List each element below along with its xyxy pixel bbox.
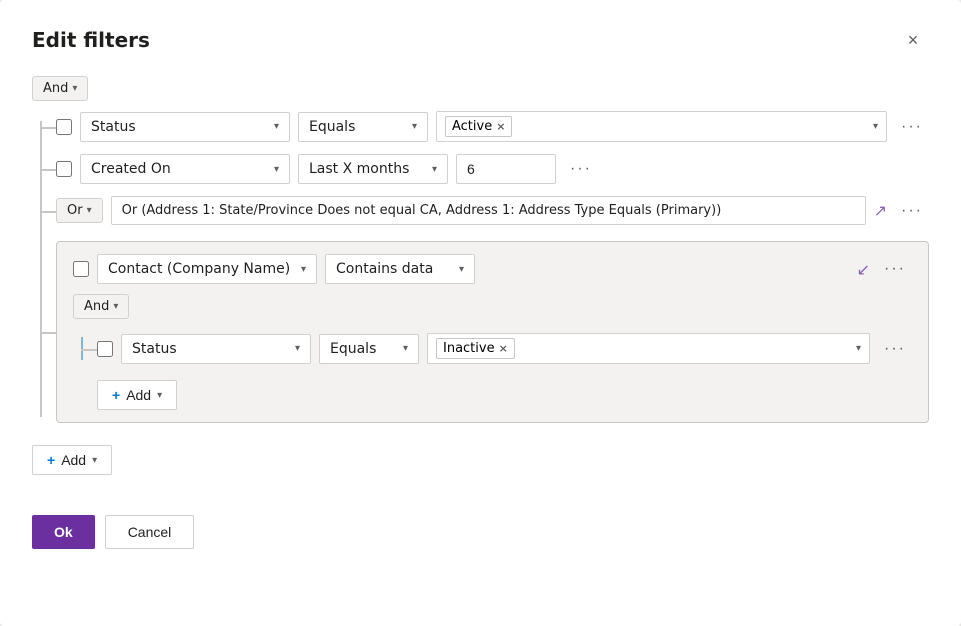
dialog-title: Edit filters [32,28,150,52]
root-logic-badge[interactable]: And ▾ [32,76,88,101]
row2-field-chevron: ▾ [274,164,279,175]
inner-row-operator-label: Equals [330,341,376,357]
row1-field-label: Status [91,119,136,135]
or-group-text: Or (Address 1: State/Province Does not e… [111,196,866,225]
inner-group-header: Contact (Company Name) ▾ Contains data ▾… [73,254,912,284]
or-logic-chevron: ▾ [87,205,92,216]
inner-row-value-input[interactable]: Inactive × ▾ [427,333,870,364]
ok-button[interactable]: Ok [32,515,95,549]
inner-group-field-label: Contact (Company Name) [108,261,290,277]
inner-add-chevron: ▾ [157,390,162,401]
row1-field-chevron: ▾ [274,121,279,132]
filter-row-createdon: Created On ▾ Last X months ▾ 6 ··· [56,148,929,190]
inner-group-container: Contact (Company Name) ▾ Contains data ▾… [56,231,929,433]
filter-rows-container: Status ▾ Equals ▾ Active × ▾ ··· Created… [32,105,929,433]
root-add-plus-icon: + [47,452,55,468]
dialog-header: Edit filters × [32,24,929,56]
row1-operator-dropdown[interactable]: Equals ▾ [298,112,428,142]
inner-row-field-dropdown[interactable]: Status ▾ [121,334,311,364]
inner-group-field-dropdown[interactable]: Contact (Company Name) ▾ [97,254,317,284]
inner-group-operator-dropdown[interactable]: Contains data ▾ [325,254,475,284]
row1-checkbox[interactable] [56,119,72,135]
or-logic-label: Or [67,203,83,218]
or-logic-badge[interactable]: Or ▾ [56,198,103,223]
root-add-chevron: ▾ [92,455,97,466]
row1-operator-label: Equals [309,119,355,135]
row1-field-dropdown[interactable]: Status ▾ [80,112,290,142]
row2-more-button[interactable]: ··· [564,156,598,182]
or-group-row: Or ▾ Or (Address 1: State/Province Does … [56,190,929,231]
inner-group-checkbox[interactable] [73,261,89,277]
inner-logic-chevron: ▾ [113,301,118,312]
edit-filters-dialog: Edit filters × And ▾ Status ▾ Equals ▾ A… [0,0,961,626]
inner-group-operator-chevron: ▾ [459,264,464,275]
root-add-label: Add [61,452,86,468]
inner-row-operator-dropdown[interactable]: Equals ▾ [319,334,419,364]
row1-value-input[interactable]: Active × ▾ [436,111,887,142]
filter-row-status: Status ▾ Equals ▾ Active × ▾ ··· [56,105,929,148]
inner-row-value-tag: Inactive × [436,338,515,359]
inner-row-tag-remove[interactable]: × [499,342,508,355]
row1-value-chevron[interactable]: ▾ [873,121,878,132]
row2-field-dropdown[interactable]: Created On ▾ [80,154,290,184]
row1-value-tag: Active × [445,116,512,137]
inner-group-more-button[interactable]: ··· [878,256,912,282]
or-group-more-button[interactable]: ··· [895,198,929,224]
inner-logic-label: And [84,299,109,314]
row2-operator-chevron: ▾ [432,164,437,175]
inner-add-plus-icon: + [112,387,120,403]
inner-group-field-chevron: ▾ [301,264,306,275]
row2-checkbox[interactable] [56,161,72,177]
inner-row-value-chevron[interactable]: ▾ [856,343,861,354]
root-add-container: + Add ▾ [32,445,929,475]
root-add-button[interactable]: + Add ▾ [32,445,112,475]
inner-row-tag-label: Inactive [443,341,495,356]
or-group-expand-icon[interactable]: ↗ [874,201,887,220]
inner-group: Contact (Company Name) ▾ Contains data ▾… [56,241,929,423]
inner-row-more-button[interactable]: ··· [878,336,912,362]
inner-group-collapse-icon[interactable]: ↙ [857,260,870,279]
inner-logic-badge[interactable]: And ▾ [73,294,129,319]
inner-row-operator-chevron: ▾ [403,343,408,354]
row2-operator-label: Last X months [309,161,409,177]
inner-group-operator-label: Contains data [336,261,433,277]
inner-rows-container: Status ▾ Equals ▾ Inactive × ▾ [73,327,912,370]
inner-add-label: Add [126,387,151,403]
close-button[interactable]: × [897,24,929,56]
inner-row-field-label: Status [132,341,177,357]
inner-filter-row-status: Status ▾ Equals ▾ Inactive × ▾ [97,327,912,370]
root-logic-chevron: ▾ [72,83,77,94]
cancel-button[interactable]: Cancel [105,515,195,549]
inner-row-checkbox[interactable] [97,341,113,357]
row2-field-label: Created On [91,161,171,177]
row2-operator-dropdown[interactable]: Last X months ▾ [298,154,448,184]
row2-value-input[interactable]: 6 [456,154,556,184]
inner-add-button[interactable]: + Add ▾ [97,380,177,410]
row1-tag-remove[interactable]: × [496,120,505,133]
row1-tag-label: Active [452,119,492,134]
root-logic-label: And [43,81,68,96]
row1-operator-chevron: ▾ [412,121,417,132]
row1-more-button[interactable]: ··· [895,114,929,140]
dialog-footer: Ok Cancel [32,499,929,549]
inner-row-field-chevron: ▾ [295,343,300,354]
